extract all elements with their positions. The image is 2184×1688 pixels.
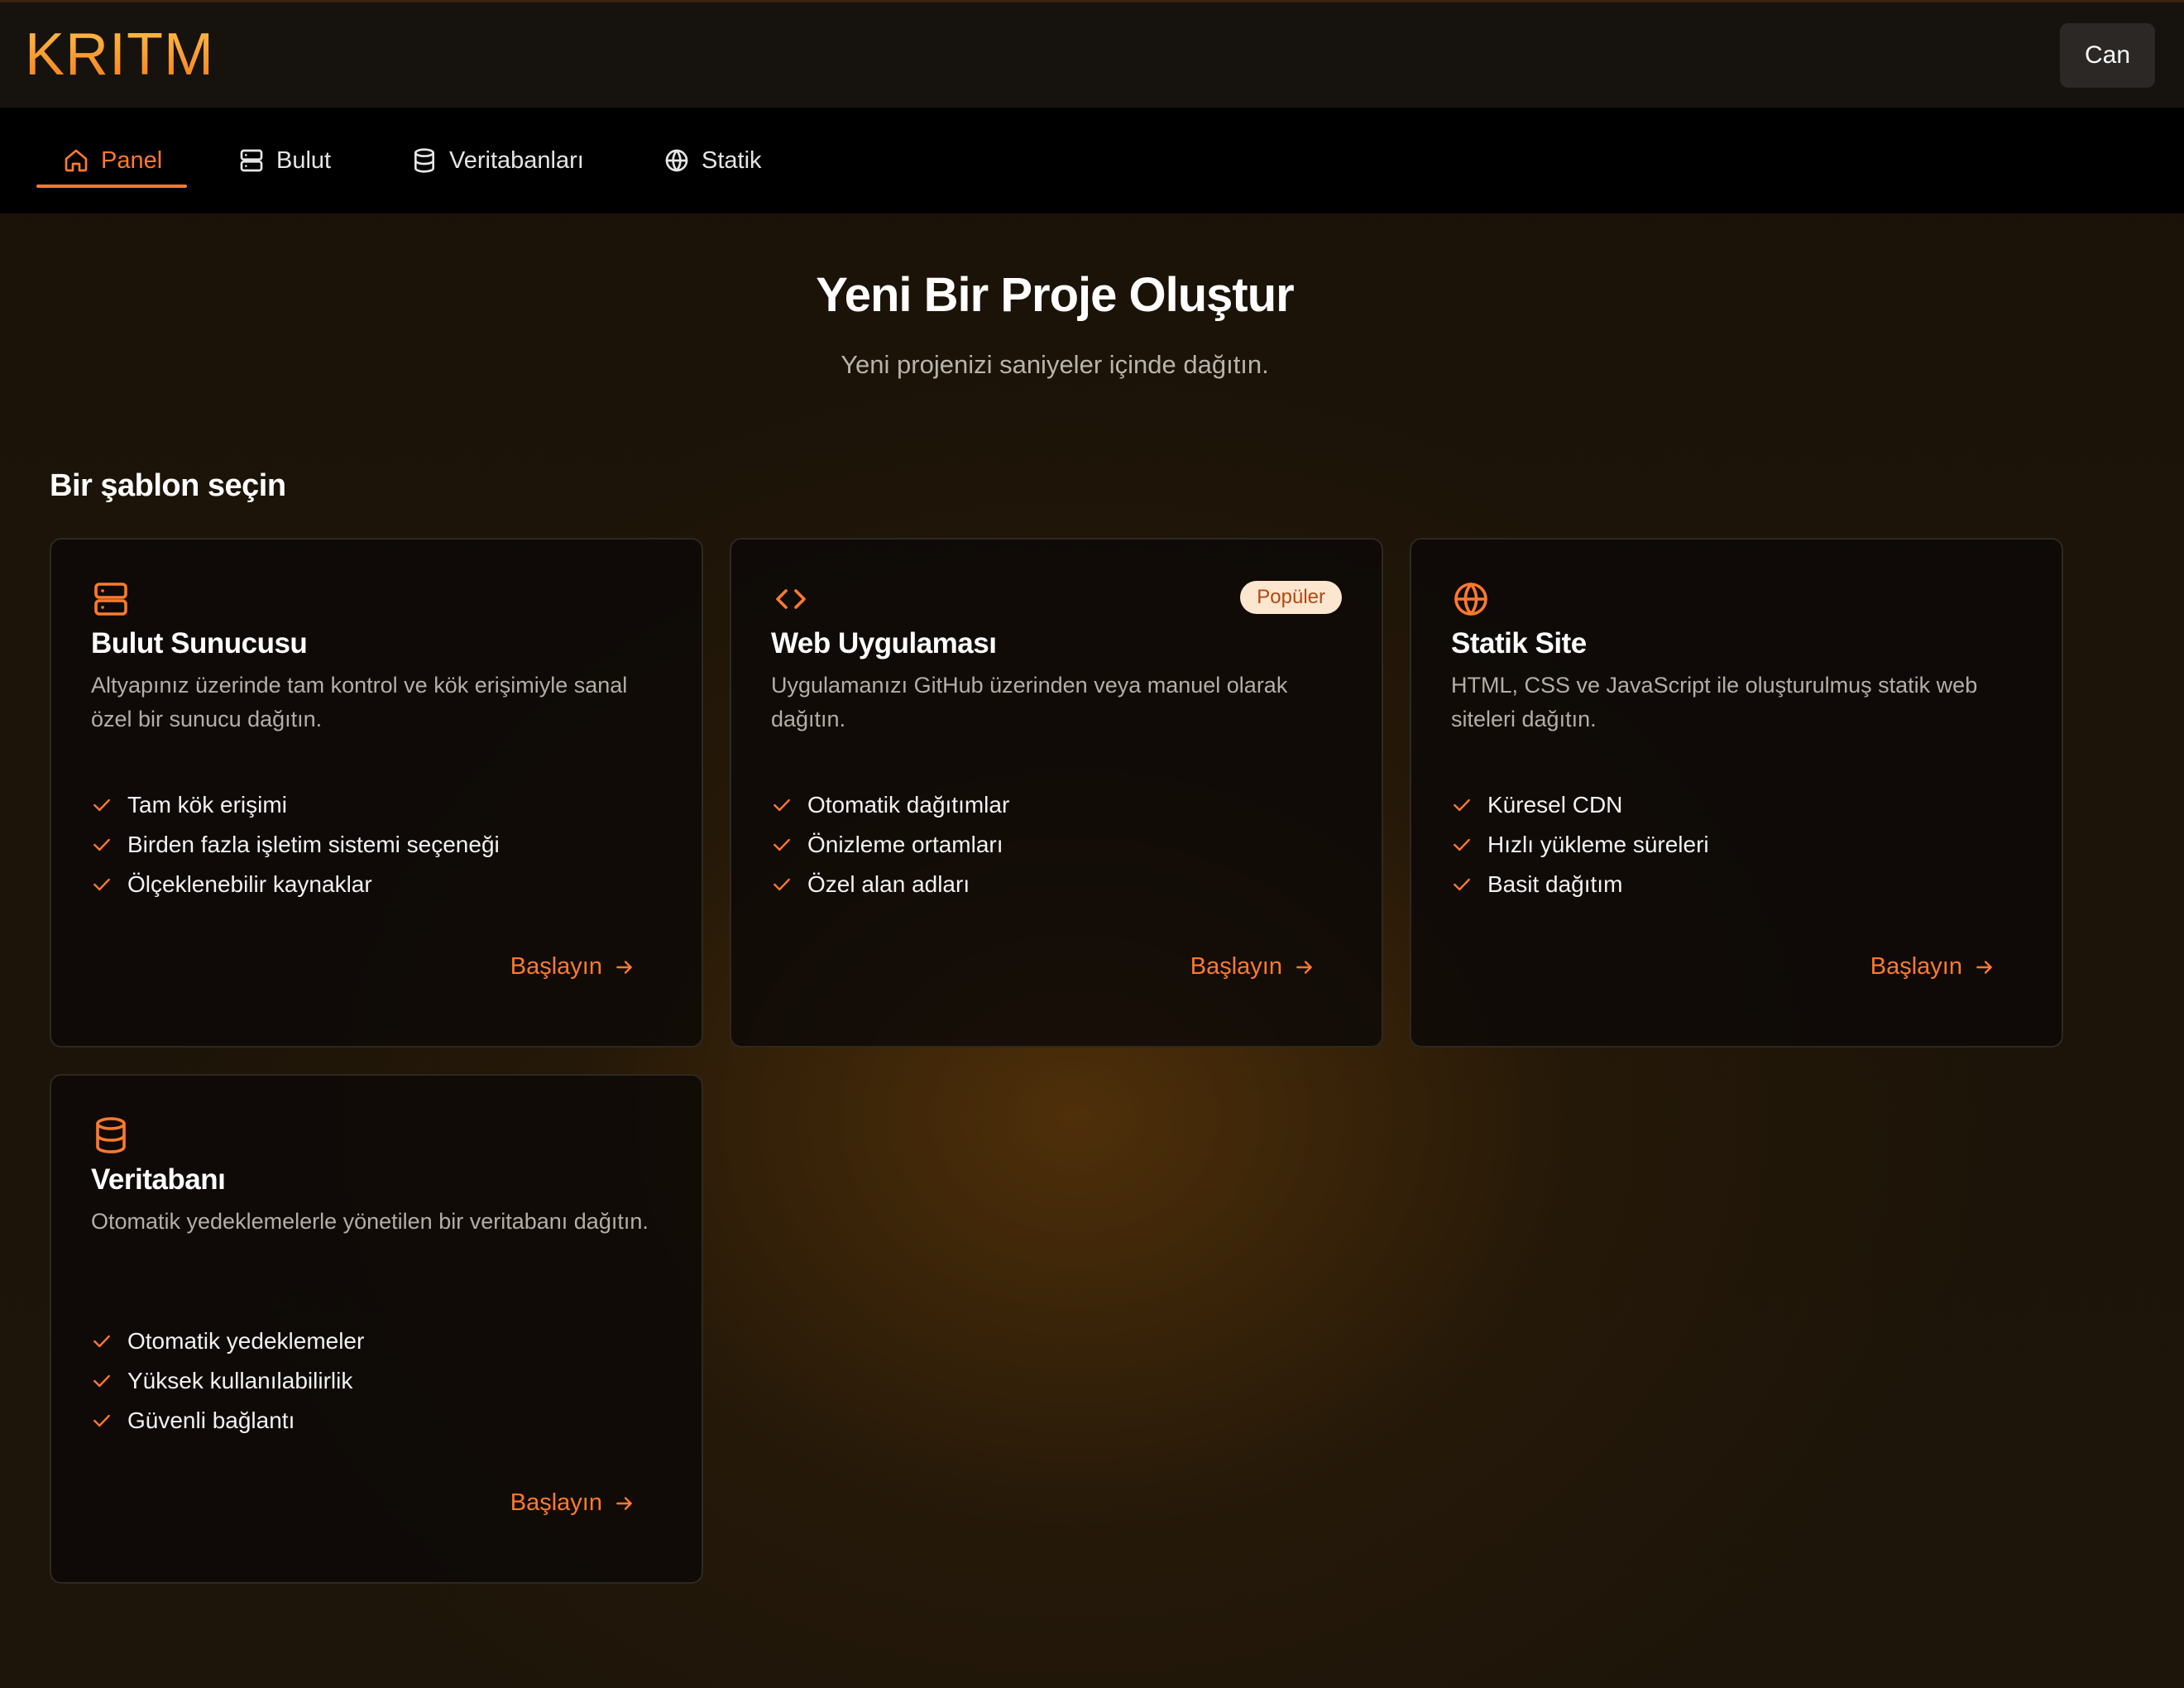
feature-item: Birden fazla işletim sistemi seçeneği [91,825,500,865]
popular-badge: Popüler [1240,581,1342,614]
globe-icon [1454,583,1487,616]
check-icon [93,878,110,891]
tab-panel[interactable]: Panel [63,108,162,213]
check-icon [774,878,790,891]
feature-item: Otomatik yedeklemeler [91,1321,364,1361]
feature-item: Otomatik dağıtımlar [771,785,1009,825]
check-icon [1454,878,1470,891]
globe-icon [665,149,688,172]
tab-label: Statik [702,146,762,174]
card-title: Web Uygulaması [771,627,997,659]
check-icon [1454,798,1470,812]
top-bar: KRITM Can [0,0,2184,108]
get-started-button[interactable]: Başlayın [510,953,635,981]
card-description: Otomatik yedeklemelerle yönetilen bir ve… [91,1209,649,1234]
feature-item: Özel alan adları [771,865,1009,904]
brand-logo[interactable]: KRITM [25,21,214,89]
server-icon [94,583,127,616]
section-title: Bir şablon seçin [50,468,286,503]
tab-veritabanlari[interactable]: Veritabanları [411,108,584,213]
feature-list: Otomatik yedeklemeler Yüksek kullanılabi… [91,1321,364,1441]
tab-label: Veritabanları [449,146,584,174]
card-description: HTML, CSS ve JavaScript ile oluşturulmuş… [1451,673,1978,731]
check-icon [774,798,790,812]
page-title: Yeni Bir Proje Oluştur [816,268,1294,322]
feature-item: Yüksek kullanılabilirlik [91,1361,364,1401]
tab-statik[interactable]: Statik [663,108,762,213]
card-title: Veritabanı [91,1163,226,1196]
home-icon [65,149,88,172]
arrow-right-icon [616,960,632,974]
check-icon [93,838,110,851]
check-icon [93,1335,110,1348]
template-card-static-site[interactable]: Statik Site HTML, CSS ve JavaScript ile … [1410,538,2063,1048]
feature-list: Küresel CDN Hızlı yükleme süreleri Basit… [1451,785,1709,904]
user-menu-button[interactable]: Can [2060,23,2155,88]
feature-item: Küresel CDN [1451,785,1709,825]
get-started-button[interactable]: Başlayın [1870,953,1995,981]
check-icon [93,1414,110,1427]
feature-list: Tam kök erişimi Birden fazla işletim sis… [91,785,500,904]
tab-label: Panel [101,146,163,174]
card-description: Altyapınız üzerinde tam kontrol ve kök e… [91,673,628,731]
card-title: Bulut Sunucusu [91,627,308,659]
template-card-web-app[interactable]: Popüler Web Uygulaması Uygulamanızı GitH… [730,538,1383,1048]
check-icon [1454,838,1470,851]
arrow-right-icon [1976,960,1992,974]
tab-bulut[interactable]: Bulut [238,108,331,213]
main-content: Yeni Bir Proje Oluştur Yeni projenizi sa… [0,213,2184,1688]
check-icon [93,798,110,812]
card-title: Statik Site [1451,627,1587,659]
template-card-database[interactable]: Veritabanı Otomatik yedeklemelerle yönet… [50,1074,703,1584]
template-card-cloud-server[interactable]: Bulut Sunucusu Altyapınız üzerinde tam k… [50,538,703,1048]
main-nav: Panel Bulut Veritabanları Statik [0,108,2184,213]
feature-item: Tam kök erişimi [91,785,500,825]
tab-label: Bulut [276,146,332,174]
code-icon [776,589,806,609]
arrow-right-icon [1296,960,1312,974]
database-icon [414,148,434,173]
server-icon [240,149,263,172]
feature-list: Otomatik dağıtımlar Önizleme ortamları Ö… [771,785,1009,904]
database-icon [96,1117,126,1153]
feature-item: Hızlı yükleme süreleri [1451,825,1709,865]
get-started-button[interactable]: Başlayın [510,1489,635,1517]
get-started-button[interactable]: Başlayın [1190,953,1315,981]
feature-item: Önizleme ortamları [771,825,1009,865]
page-subtitle: Yeni projenizi saniyeler içinde dağıtın. [841,350,1269,379]
check-icon [93,1374,110,1388]
check-icon [774,838,790,851]
feature-item: Güvenli bağlantı [91,1401,364,1441]
feature-item: Basit dağıtım [1451,865,1709,904]
active-tab-indicator [36,185,187,188]
card-description: Uygulamanızı GitHub üzerinden veya manue… [771,673,1288,731]
feature-item: Ölçeklenebilir kaynaklar [91,865,500,904]
arrow-right-icon [616,1496,632,1510]
